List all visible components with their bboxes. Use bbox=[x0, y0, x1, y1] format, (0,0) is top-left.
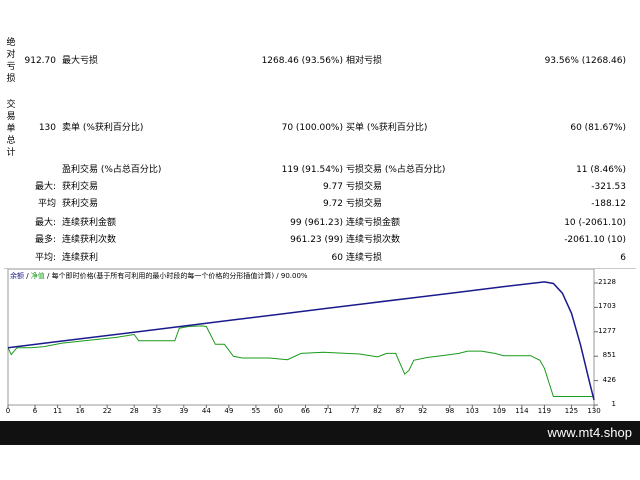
row-label-right: 买单 (%获利百分比) bbox=[346, 123, 428, 133]
bottom-area bbox=[0, 445, 640, 480]
footer-watermark: www.mt4.shop bbox=[547, 425, 632, 440]
x-tick-label: 103 bbox=[465, 407, 479, 415]
x-tick-label: 11 bbox=[53, 407, 63, 415]
row-label-left: 连续获利金额 bbox=[62, 218, 117, 228]
x-tick-label: 22 bbox=[102, 407, 112, 415]
row-label-left: 连续获利次数 bbox=[62, 235, 117, 245]
x-tick-label: 125 bbox=[564, 407, 579, 415]
row-label-right: 亏损交易 bbox=[346, 182, 383, 192]
x-tick-label: 82 bbox=[373, 407, 383, 415]
row-value-left: 9.72 bbox=[322, 199, 343, 209]
report-row: 最大: 连续获利金额 99 (961.23) 连续亏损金额 10 (-2061.… bbox=[0, 215, 640, 232]
row-prefix: 最大: bbox=[34, 182, 56, 192]
x-tick-label: 77 bbox=[350, 407, 360, 415]
x-tick-label: 44 bbox=[201, 407, 211, 415]
x-tick-label: 87 bbox=[395, 407, 405, 415]
row-value-right: 60 (81.67%) bbox=[570, 123, 626, 133]
row-value-left: 961.23 (99) bbox=[290, 235, 343, 245]
row-prefix: 912.70 bbox=[24, 56, 57, 66]
report-row: 最大: 获利交易 9.77 亏损交易 -321.53 bbox=[0, 179, 640, 196]
row-value-left: 99 (961.23) bbox=[290, 218, 343, 228]
row-label-right: 连续亏损金额 bbox=[346, 218, 401, 228]
report-row: 最多: 连续获利次数 961.23 (99) 连续亏损次数 -2061.10 (… bbox=[0, 232, 640, 249]
y-tick-label: 1277 bbox=[598, 326, 616, 335]
x-tick-label: 6 bbox=[32, 407, 38, 415]
row-value-right: 93.56% (1268.46) bbox=[544, 56, 626, 66]
row-label-right: 连续亏损 bbox=[346, 253, 383, 263]
report-row: 912.70 最大亏损 1268.46 (93.56%) 相对亏损 93.56%… bbox=[0, 53, 640, 70]
report-table: 绝对亏损 交易单总计 912.70 最大亏损 1268.46 (93.56%) … bbox=[0, 0, 640, 266]
row-prefix: 最多: bbox=[34, 235, 56, 245]
row-value-left: 60 bbox=[331, 253, 343, 263]
row-value-left: 70 (100.00%) bbox=[281, 123, 343, 133]
x-tick-label: 0 bbox=[5, 407, 11, 415]
row-value-left: 9.77 bbox=[322, 182, 343, 192]
x-tick-label: 71 bbox=[323, 407, 333, 415]
row-label-right: 亏损交易 bbox=[346, 199, 383, 209]
x-tick-label: 49 bbox=[224, 407, 234, 415]
row-label-left: 卖单 (%获利百分比) bbox=[62, 123, 144, 133]
x-tick-label: 60 bbox=[273, 407, 283, 415]
x-tick-label: 55 bbox=[251, 407, 261, 415]
x-tick-label: 109 bbox=[492, 407, 507, 415]
x-tick-label: 33 bbox=[152, 407, 162, 415]
row-value-right: -188.12 bbox=[591, 199, 626, 209]
row-value-left: 1268.46 (93.56%) bbox=[261, 56, 343, 66]
report-row: 平均: 连续获利 60 连续亏损 6 bbox=[0, 250, 640, 267]
chart-plot bbox=[7, 269, 598, 408]
x-tick-label: 130 bbox=[587, 407, 601, 415]
row-label-right: 连续亏损次数 bbox=[346, 235, 401, 245]
x-tick-label: 39 bbox=[179, 407, 189, 415]
row-prefix: 平均: bbox=[34, 253, 56, 263]
row-label-left: 盈利交易 (%占总百分比) bbox=[62, 165, 162, 175]
x-tick-label: 66 bbox=[301, 407, 310, 415]
x-tick-label: 16 bbox=[75, 407, 85, 415]
footer-bar: www.mt4.shop bbox=[0, 421, 640, 445]
row-prefix: 最大: bbox=[34, 218, 56, 228]
report-row: 130 卖单 (%获利百分比) 70 (100.00%) 买单 (%获利百分比)… bbox=[0, 120, 640, 137]
x-tick-label: 119 bbox=[537, 407, 552, 415]
x-tick-label: 114 bbox=[515, 407, 529, 415]
row-label-right: 亏损交易 (%占总百分比) bbox=[346, 165, 446, 175]
report-row: 平均 获利交易 9.72 亏损交易 -188.12 bbox=[0, 196, 640, 213]
row-value-right: 6 bbox=[620, 253, 626, 263]
y-tick-label: 1 bbox=[611, 400, 616, 408]
row-label-left: 最大亏损 bbox=[62, 56, 99, 66]
y-tick-label: 851 bbox=[602, 351, 616, 360]
row-value-right: -2061.10 (10) bbox=[564, 235, 626, 245]
balance-chart: 余额 / 净值 / 每个即时价格(基于所有可利用的最小时段的每一个价格的分形插值… bbox=[4, 268, 636, 421]
y-tick-label: 426 bbox=[602, 375, 616, 384]
row-label-left: 获利交易 bbox=[62, 182, 99, 192]
row-label-right: 相对亏损 bbox=[346, 56, 383, 66]
x-tick-label: 92 bbox=[418, 407, 428, 415]
row-value-right: 10 (-2061.10) bbox=[564, 218, 626, 228]
row-value-right: -321.53 bbox=[591, 182, 626, 192]
x-tick-label: 98 bbox=[445, 407, 455, 415]
x-tick-label: 28 bbox=[129, 407, 139, 415]
row-value-left: 119 (91.54%) bbox=[281, 165, 343, 175]
y-tick-label: 2128 bbox=[598, 278, 616, 286]
row-label-left: 获利交易 bbox=[62, 199, 99, 209]
report-row: 盈利交易 (%占总百分比) 119 (91.54%) 亏损交易 (%占总百分比)… bbox=[0, 162, 640, 179]
row-value-right: 11 (8.46%) bbox=[576, 165, 626, 175]
row-label-left: 连续获利 bbox=[62, 253, 99, 263]
row-prefix: 平均 bbox=[37, 199, 56, 209]
y-tick-label: 1703 bbox=[598, 302, 616, 311]
balance-line bbox=[7, 281, 595, 401]
row-prefix: 130 bbox=[38, 123, 56, 133]
